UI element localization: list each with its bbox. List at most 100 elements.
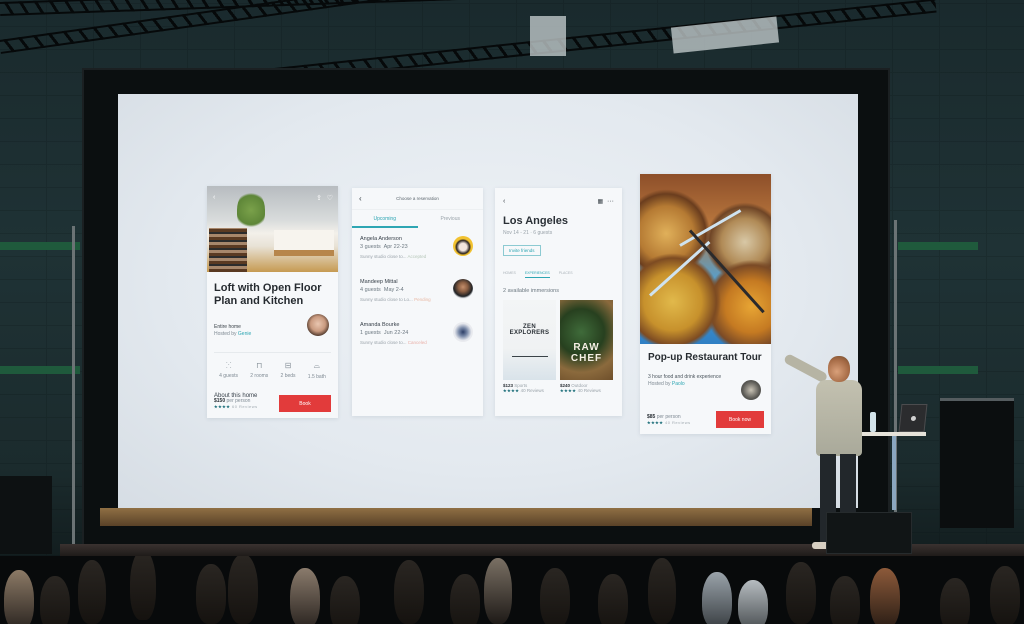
audience-head xyxy=(990,566,1020,624)
tab-previous[interactable]: Previous xyxy=(418,210,484,228)
experience-card: Pop-up Restaurant Tour 3 hour food and d… xyxy=(640,174,771,434)
audience-head xyxy=(290,568,320,624)
bed xyxy=(274,230,334,256)
heart-icon[interactable]: ♡ xyxy=(327,194,333,202)
water-bottle xyxy=(870,412,876,432)
audience-head xyxy=(702,572,732,624)
host-name-link[interactable]: Paolo xyxy=(672,381,685,387)
reservations-header: ‹ Choose a reservation xyxy=(352,188,483,210)
wall-stripe xyxy=(898,366,978,374)
trip-card: ‹ ▦ ··· Los Angeles Nov 14 - 21 · 6 gues… xyxy=(495,188,622,416)
experience-meta: $123 Sports ★★★★ 40 Reviews xyxy=(503,383,544,393)
audience-head xyxy=(450,574,480,624)
tab-homes[interactable]: HOMES xyxy=(503,271,516,278)
experience-posters: ZEN EXPLORERS RAW CHEF xyxy=(495,294,622,380)
audience-head xyxy=(228,556,258,624)
presenter-head xyxy=(828,356,850,382)
people-icon: ⵘ xyxy=(225,361,232,370)
amenities-row: ⵘ4 guests ⊓ 2 rooms ⊟ 2 beds ⌓ 1.5 bath xyxy=(207,361,338,380)
trip-dates: Nov 14 - 21 · 6 guests xyxy=(503,230,553,236)
bath-icon: ⌓ xyxy=(313,361,320,370)
audience-head xyxy=(870,568,900,624)
audience xyxy=(0,556,1024,624)
listing-title: Loft with Open Floor Plan and Kitchen xyxy=(214,282,322,307)
host-name-link[interactable]: Genie xyxy=(238,331,251,337)
table-leg xyxy=(892,436,896,510)
listing-card: ‹ ⇪ ♡ Loft with Open Floor Plan and Kitc… xyxy=(207,186,338,418)
poster-zen-explorers[interactable]: ZEN EXPLORERS xyxy=(503,300,556,380)
share-icon[interactable]: ⇪ xyxy=(316,194,322,202)
audience-head xyxy=(40,576,70,624)
tongs xyxy=(688,229,765,314)
amenity-rooms: ⊓ 2 rooms xyxy=(250,361,269,379)
stage-monitor xyxy=(826,512,912,554)
door-icon: ⊓ xyxy=(256,361,263,370)
poster-meta-row: $123 Sports ★★★★ 40 Reviews $240 Outdoor ★… xyxy=(495,380,622,393)
experience-meta: $240 Outdoor ★★★★ 40 Reviews xyxy=(560,383,601,393)
truss-pole xyxy=(72,226,75,546)
reservation-tabs: Upcoming Previous xyxy=(352,210,483,228)
experience-title: Pop-up Restaurant Tour xyxy=(648,352,762,363)
amenity-beds: ⊟ 2 beds xyxy=(280,361,296,379)
trash-icon[interactable]: ▦ xyxy=(597,199,603,205)
status-badge: Canceled xyxy=(407,340,427,345)
hosted-by-label: Hosted by xyxy=(214,331,237,337)
audience-head xyxy=(540,568,570,624)
wall-stripe xyxy=(898,242,978,250)
booking-bar: $85 per person ★★★★ 40 Reviews Book now xyxy=(647,411,764,428)
amenity-bath: ⌓ 1.5 bath xyxy=(307,361,326,380)
rating: ★★★★ 40 Reviews xyxy=(647,420,691,425)
audience-head xyxy=(598,574,628,624)
book-now-button[interactable]: Book now xyxy=(716,411,764,428)
chevron-left-icon[interactable]: ‹ xyxy=(503,198,505,205)
reservation-item[interactable]: Mandeep Mittal 4 guests May 2-4 Sunny st… xyxy=(352,271,483,314)
bookshelf xyxy=(209,228,247,272)
tab-places[interactable]: PLACES xyxy=(559,271,573,278)
audience-head xyxy=(196,564,226,624)
trip-city: Los Angeles xyxy=(503,215,568,227)
ceiling-light xyxy=(530,16,566,56)
projection-screen: ‹ ⇪ ♡ Loft with Open Floor Plan and Kitc… xyxy=(118,94,858,508)
host-avatar[interactable] xyxy=(741,380,761,400)
experience-subtitle: 3 hour food and drink experience xyxy=(648,374,722,380)
presenter-arm xyxy=(783,352,829,384)
divider xyxy=(214,352,331,353)
guest-avatar xyxy=(453,279,473,299)
audience-head xyxy=(940,578,970,624)
more-icon[interactable]: ··· xyxy=(607,198,614,205)
audience-head xyxy=(786,562,816,624)
rating: ★★★★ 60 Reviews xyxy=(214,404,258,409)
presenter-shirt xyxy=(816,380,862,456)
reservation-item[interactable]: Amanda Bourke 1 guests Jun 22-24 Sunny s… xyxy=(352,314,483,357)
wall-stripe xyxy=(0,366,80,374)
equipment-rack xyxy=(940,398,1014,528)
trip-subtabs: HOMES EXPERIENCES PLACES xyxy=(495,257,622,278)
trip-toolbar: ‹ ▦ ··· xyxy=(495,188,622,205)
serving-spoon xyxy=(648,240,711,297)
plant xyxy=(237,190,265,230)
reservation-item[interactable]: Angela Anderson 3 guests Apr 22-23 Sunny… xyxy=(352,228,483,271)
audience-head xyxy=(4,570,34,624)
header-title: Choose a reservation xyxy=(396,196,439,201)
audience-head xyxy=(738,580,768,624)
audience-head xyxy=(78,560,106,624)
audience-head xyxy=(330,576,360,624)
serving-spoon xyxy=(679,209,742,247)
host-avatar[interactable] xyxy=(307,314,329,336)
guest-avatar xyxy=(453,236,473,256)
status-badge: Pending xyxy=(414,297,431,302)
tab-upcoming[interactable]: Upcoming xyxy=(352,210,418,228)
book-button[interactable]: Book xyxy=(279,395,331,412)
poster-raw-chef[interactable]: RAW CHEF xyxy=(560,300,613,380)
booking-bar: $150 per person ★★★★ 60 Reviews Book xyxy=(214,395,331,412)
chevron-left-icon[interactable]: ‹ xyxy=(213,194,215,201)
invite-friends-button[interactable]: Invite friends xyxy=(503,245,541,256)
tab-experiences[interactable]: EXPERIENCES xyxy=(524,271,550,278)
bed-icon: ⊟ xyxy=(284,361,292,370)
wall-stripe xyxy=(0,242,80,250)
chevron-left-icon[interactable]: ‹ xyxy=(359,194,362,203)
audience-head xyxy=(648,558,676,624)
laptop xyxy=(898,404,928,432)
guest-avatar xyxy=(453,322,473,342)
audience-head xyxy=(484,558,512,624)
